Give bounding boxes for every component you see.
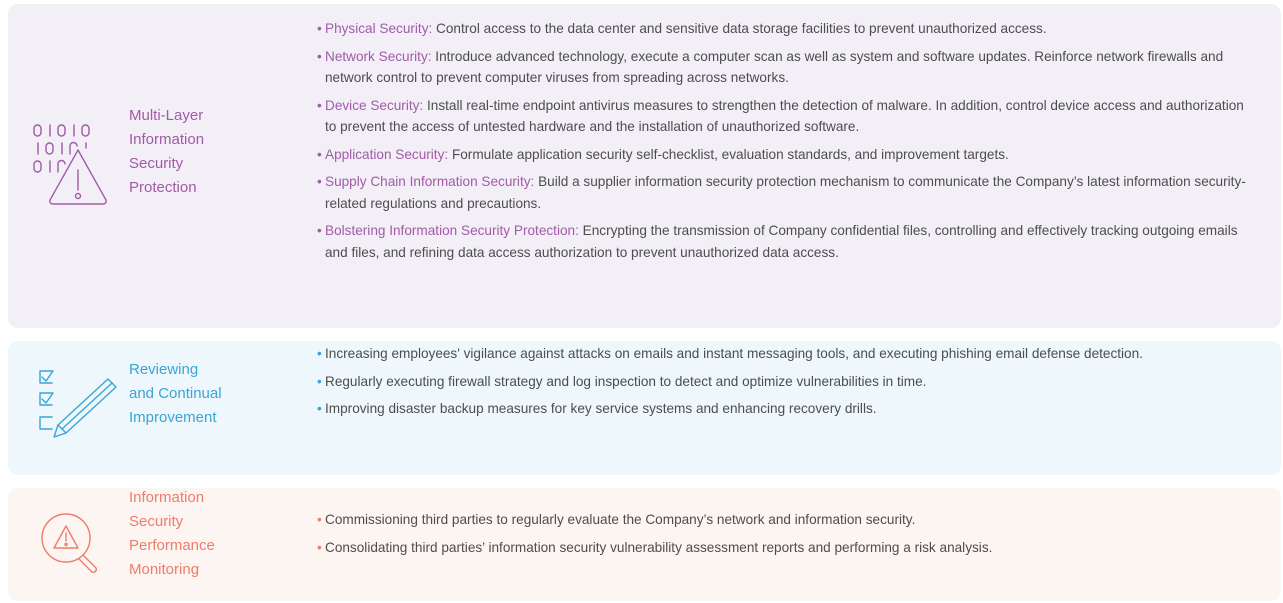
list-item: • Device Security: Install real-time endp… [317, 97, 1244, 135]
list-item: • Commissioning third parties to regularl… [317, 512, 916, 527]
item-list: • Physical Security: Control access to th… [317, 18, 1251, 269]
checklist-pen-icon [39, 370, 117, 438]
list-item: • Supply Chain Information Security: Buil… [317, 174, 1246, 211]
section-title: Information Security Performance Monitor… [129, 489, 215, 578]
section-reviewing-improvement: Reviewing and Continual Improvement • Inc… [8, 341, 1281, 475]
list-item: • Application Security: Formulate applica… [317, 146, 1009, 162]
list-item: • Regularly executing firewall strategy a… [317, 373, 927, 389]
list-item: • Network Security: Introduce advanced te… [317, 48, 1224, 86]
list-item: • Consolidating third parties’ informatio… [317, 539, 993, 555]
list-item: • Improving disaster backup measures for … [317, 401, 877, 416]
binary-warning-icon [33, 124, 107, 205]
list-item: • Increasing employees' vigilance against… [317, 346, 1143, 361]
item-list: • Increasing employees' vigilance against… [317, 343, 1251, 426]
list-item: • Bolstering Information Security Protect… [317, 223, 1238, 260]
item-list: • Commissioning third parties to regularl… [317, 509, 1251, 564]
section-title: Reviewing and Continual Improvement [129, 361, 222, 426]
section-multi-layer-protection: Multi-Layer Information Security Protect… [8, 4, 1281, 328]
section-performance-monitoring: Information Security Performance Monitor… [8, 488, 1281, 601]
magnifier-warning-icon [41, 513, 97, 573]
section-title: Multi-Layer Information Security Protect… [129, 107, 205, 196]
list-item: • Physical Security: Control access to th… [317, 21, 1047, 36]
